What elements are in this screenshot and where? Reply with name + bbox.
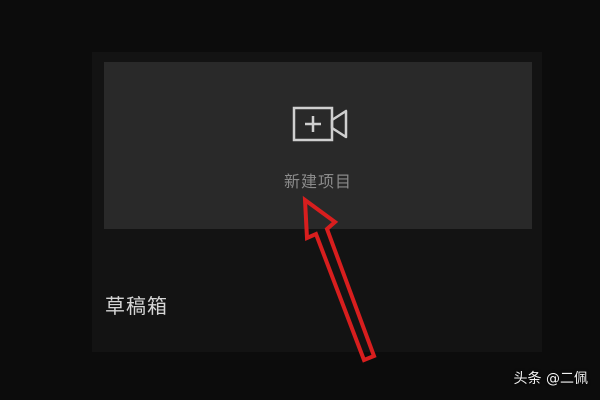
video-camera-plus-icon: [292, 106, 348, 142]
drafts-section-title: 草稿箱: [105, 294, 168, 318]
watermark-text: 头条 @二佩: [513, 371, 588, 387]
new-project-label: 新建项目: [283, 172, 352, 191]
new-project-button[interactable]: 新建项目: [104, 62, 532, 229]
